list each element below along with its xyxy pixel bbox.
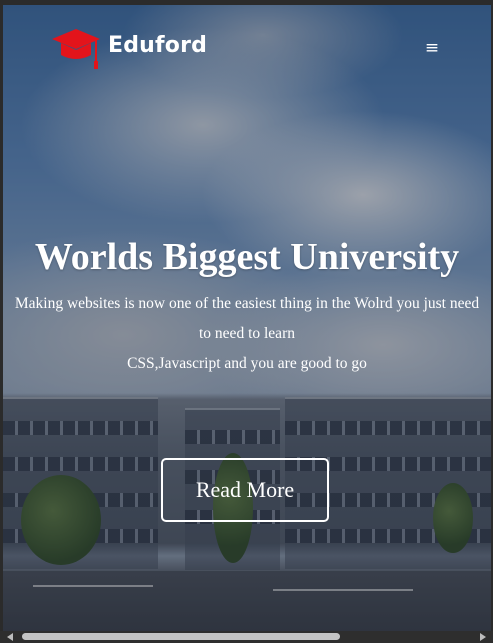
brand-name: Eduford [108, 32, 208, 58]
browser-window: Eduford ≡ Worlds Biggest University Maki… [0, 0, 493, 643]
read-more-button[interactable]: Read More [161, 458, 329, 522]
logo[interactable]: Eduford [51, 27, 207, 69]
page-viewport: Eduford ≡ Worlds Biggest University Maki… [3, 5, 491, 631]
scroll-right-arrow-icon[interactable] [480, 633, 486, 641]
menu-icon[interactable]: ≡ [423, 39, 441, 57]
hero-section: Worlds Biggest University Making website… [3, 231, 491, 379]
scrollbar-thumb[interactable] [22, 633, 340, 640]
hero-text-line-3: CSS,Javascript and you are good to go [127, 355, 367, 372]
graduation-cap-icon [52, 29, 100, 69]
navbar: Eduford ≡ [3, 5, 491, 75]
hero-text-line-2: to need to learn [199, 325, 295, 342]
hero-description: Making websites is now one of the easies… [3, 289, 491, 379]
scroll-left-arrow-icon[interactable] [7, 633, 13, 641]
hero-text-line-1: Making websites is now one of the easies… [14, 295, 480, 312]
hero-title: Worlds Biggest University [34, 236, 460, 278]
horizontal-scrollbar[interactable] [0, 631, 493, 643]
